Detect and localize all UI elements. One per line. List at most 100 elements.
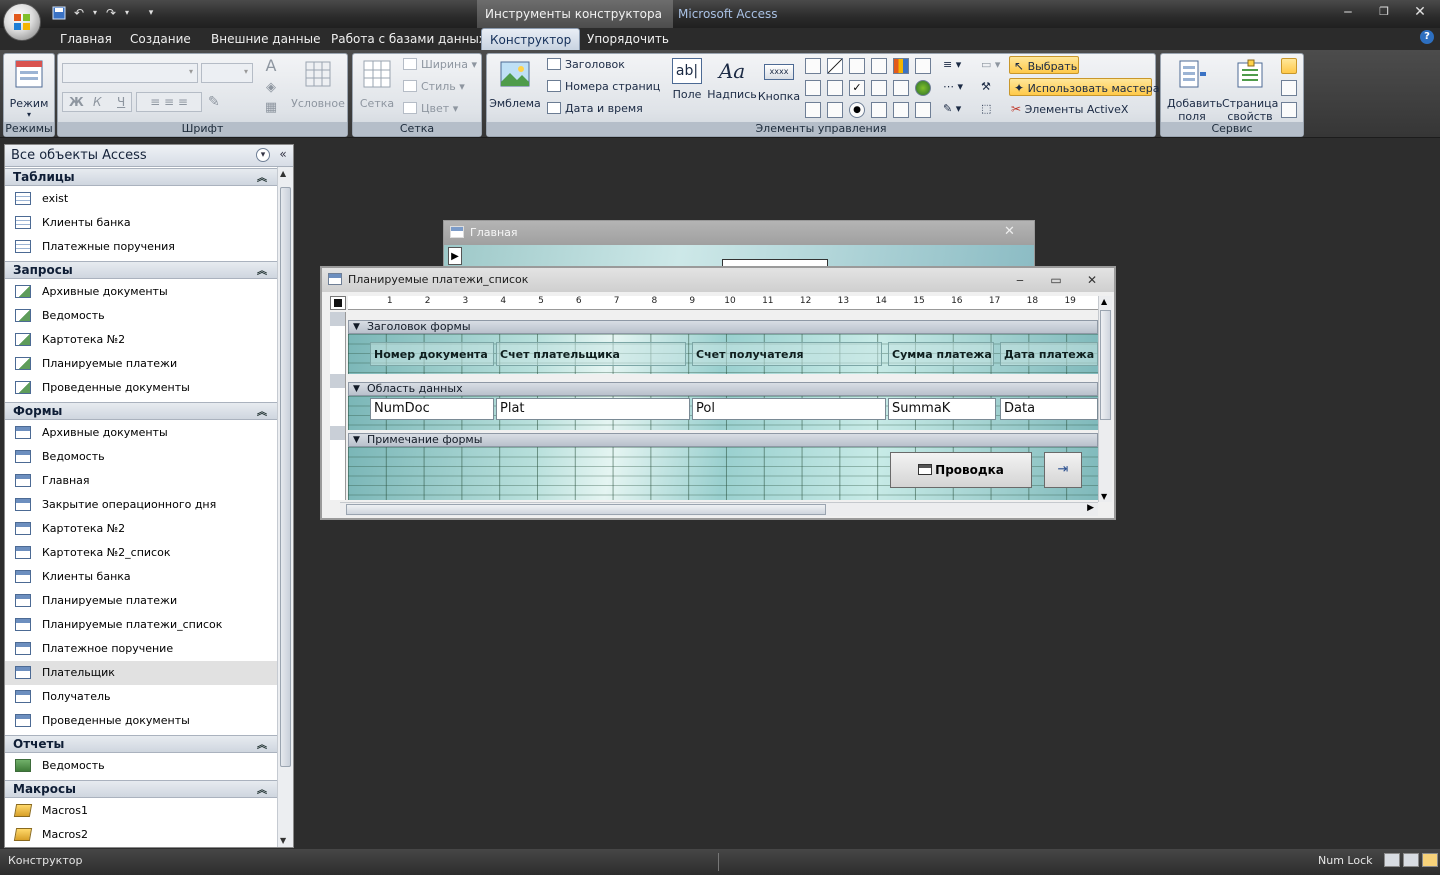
nav-item[interactable]: refresh — [5, 847, 277, 848]
field-plat[interactable]: Plat — [496, 398, 690, 420]
nav-item[interactable]: Картотека №2 — [5, 517, 277, 541]
bold-button[interactable]: Ж — [69, 95, 84, 109]
snap-icon[interactable]: ⬚ — [981, 100, 991, 118]
design-form-close-icon[interactable]: ✕ — [1082, 272, 1102, 288]
line-color-icon[interactable]: ✎ ▾ — [943, 100, 961, 118]
property-sheet-button[interactable]: Страница свойств — [1221, 58, 1279, 123]
field-summak[interactable]: SummaK — [888, 398, 996, 420]
section-form-footer[interactable]: Примечание формы — [348, 433, 1098, 447]
nav-scroll-thumb[interactable] — [280, 187, 291, 767]
option-button-icon[interactable]: ● — [849, 102, 865, 118]
header-label-payee-account[interactable]: Счет получателя — [692, 342, 882, 366]
hyperlink-icon[interactable] — [915, 80, 931, 96]
nav-category-header[interactable]: Макросы ︽ — [5, 780, 277, 798]
customize-qat-icon[interactable]: ▾ — [144, 6, 158, 20]
activex-button[interactable]: ✂ Элементы ActiveX — [1011, 100, 1128, 118]
nav-item[interactable]: Плательщик — [5, 661, 277, 685]
restore-button[interactable]: ❐ — [1370, 2, 1398, 22]
layout-view-button-icon[interactable] — [1403, 853, 1419, 867]
nav-item[interactable]: exist — [5, 187, 277, 211]
header-label-doc-number[interactable]: Номер документа — [370, 342, 494, 366]
collapse-chevron-icon[interactable]: ︽ — [257, 782, 267, 799]
select-button[interactable]: ↖ Выбрать — [1009, 56, 1079, 74]
design-horizontal-scrollbar[interactable]: ▶ — [340, 502, 1098, 516]
design-vertical-scrollbar[interactable]: ▲ ▼ — [1098, 296, 1112, 502]
code-icon[interactable] — [1281, 58, 1297, 74]
date-time-button[interactable]: Дата и время — [547, 100, 643, 118]
tab-control-icon[interactable] — [871, 80, 887, 96]
save-icon[interactable] — [52, 6, 66, 20]
nav-item[interactable]: Проведенные документы — [5, 376, 277, 400]
checkbox-icon[interactable]: ✓ — [849, 80, 865, 96]
scroll-right-icon[interactable]: ▶ — [1087, 503, 1094, 513]
grid-button[interactable]: Сетка — [357, 58, 397, 110]
nav-item[interactable]: Macros1 — [5, 799, 277, 823]
format-painter-icon[interactable]: ✎ — [208, 94, 220, 110]
line-type-icon[interactable]: ⋯ ▾ — [943, 78, 963, 96]
font-color-icon[interactable]: A — [256, 56, 286, 78]
tab-order-icon[interactable] — [1281, 102, 1297, 118]
form-view-button-icon[interactable] — [1384, 853, 1400, 867]
underline-button[interactable]: Ч — [117, 95, 125, 109]
nav-item[interactable]: Macros2 — [5, 823, 277, 847]
nav-category-header[interactable]: Отчеты ︽ — [5, 735, 277, 753]
office-button[interactable] — [3, 3, 41, 41]
nav-item[interactable]: Картотека №2 — [5, 328, 277, 352]
design-form-titlebar[interactable]: Планируемые платежи_список — [322, 268, 1114, 292]
nav-item[interactable]: Клиенты банка — [5, 565, 277, 589]
nav-pane-collapse-icon[interactable]: « — [276, 148, 290, 162]
section-form-header[interactable]: Заголовок формы — [348, 320, 1098, 334]
design-view-button-icon[interactable] — [1422, 853, 1438, 867]
record-selector-icon[interactable]: ▶ — [448, 247, 462, 265]
tab-home[interactable]: Главная — [52, 28, 120, 50]
field-data[interactable]: Data — [1000, 398, 1098, 420]
form-header-area[interactable]: Номер документа Счет плательщика Счет по… — [348, 334, 1098, 374]
nav-item[interactable]: Картотека №2_список — [5, 541, 277, 565]
tab-arrange[interactable]: Упорядочить — [579, 28, 677, 50]
set-control-defaults-icon[interactable]: ⚒ — [981, 78, 991, 96]
nav-item[interactable]: Проведенные документы — [5, 709, 277, 733]
detail-area[interactable]: NumDoc Plat Pol SummaK Data — [348, 396, 1098, 430]
button-control-button[interactable]: xxxx Кнопка — [757, 58, 801, 103]
grid-color-button[interactable]: Цвет ▾ — [403, 100, 458, 118]
help-icon[interactable]: ? — [1420, 30, 1434, 44]
nav-category-header[interactable]: Запросы ︽ — [5, 261, 277, 279]
special-effect-icon[interactable]: ▭ ▾ — [981, 56, 1000, 74]
header-label-payer-account[interactable]: Счет плательщика — [496, 342, 686, 366]
nav-item[interactable]: Архивные документы — [5, 280, 277, 304]
chart-icon[interactable] — [893, 58, 909, 74]
bound-object-icon[interactable] — [827, 102, 843, 118]
nav-pane-menu-icon[interactable]: ▾ — [256, 148, 270, 162]
scroll-up-icon[interactable]: ▲ — [280, 169, 286, 178]
header-label-date[interactable]: Дата платежа — [1000, 342, 1098, 366]
collapse-chevron-icon[interactable]: ︽ — [257, 404, 267, 421]
toggle-button-icon[interactable] — [871, 102, 887, 118]
view-code-icon[interactable] — [1281, 80, 1297, 96]
form-main-titlebar[interactable]: Главная — [444, 221, 1034, 245]
grid-width-button[interactable]: Ширина ▾ — [403, 56, 477, 74]
collapse-chevron-icon[interactable]: ︽ — [257, 737, 267, 754]
nav-item[interactable]: Получатель — [5, 685, 277, 709]
font-size-select[interactable]: ▾ — [201, 63, 253, 83]
textbox-control-button[interactable]: ab| Поле — [667, 58, 707, 101]
italic-button[interactable]: К — [93, 95, 102, 109]
logo-button[interactable]: Эмблема — [489, 58, 541, 110]
rectangle-icon[interactable] — [849, 58, 865, 74]
insert-column-icon[interactable] — [915, 58, 931, 74]
tab-database-tools[interactable]: Работа с базами данных — [323, 28, 494, 50]
exit-button[interactable]: ⇥ — [1044, 452, 1082, 488]
horizontal-ruler[interactable]: 1 2 3 4 5 6 7 8 9 10 11 12 13 14 15 16 17 18 19 — [348, 296, 1098, 310]
combobox-icon[interactable] — [805, 102, 821, 118]
design-hscroll-thumb[interactable] — [346, 504, 826, 515]
subform-icon[interactable] — [805, 80, 821, 96]
align-buttons[interactable]: ≡ ≡ ≡ — [136, 92, 202, 112]
nav-item[interactable]: Ведомость — [5, 304, 277, 328]
vertical-ruler[interactable] — [330, 312, 346, 500]
design-vscroll-thumb[interactable] — [1100, 310, 1111, 420]
nav-item[interactable]: Планируемые платежи — [5, 352, 277, 376]
section-detail[interactable]: Область данных — [348, 382, 1098, 396]
nav-category-header[interactable]: Формы ︽ — [5, 402, 277, 420]
header-label-amount[interactable]: Сумма платежа — [888, 342, 994, 366]
nav-scrollbar[interactable]: ▲ ▼ — [277, 167, 293, 847]
scroll-down-icon[interactable]: ▼ — [1101, 492, 1107, 501]
